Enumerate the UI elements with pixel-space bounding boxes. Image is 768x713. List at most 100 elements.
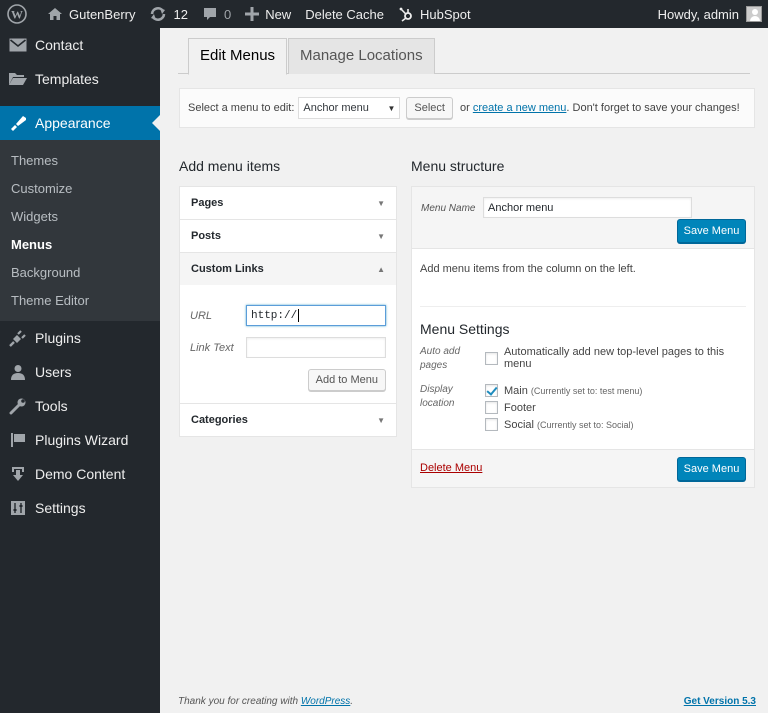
submenu-item-themes[interactable]: Themes	[0, 146, 160, 174]
custom-links-panel: URL http:// Link Text Add to Menu	[180, 285, 396, 403]
sidebar-item-settings[interactable]: Settings	[0, 491, 160, 525]
delete-cache-button[interactable]: Delete Cache	[298, 0, 391, 28]
sidebar-item-templates[interactable]: Templates	[0, 62, 160, 96]
home-icon	[47, 6, 63, 22]
sidebar-item-label: Demo Content	[35, 466, 126, 482]
comments-count: 0	[223, 6, 232, 22]
sidebar-item-users[interactable]: Users	[0, 355, 160, 389]
create-new-menu-link[interactable]: create a new menu	[473, 102, 567, 114]
accordion-section-custom-links: Custom Links ▲ URL http:// Link Text Add…	[180, 253, 396, 404]
location-main[interactable]: Main (Currently set to: test menu)	[485, 384, 642, 397]
chevron-down-icon: ▼	[377, 231, 385, 241]
sliders-icon	[8, 498, 28, 518]
submenu-item-theme-editor[interactable]: Theme Editor	[0, 286, 160, 314]
submenu-item-menus[interactable]: Menus	[0, 230, 160, 258]
location-footer-checkbox[interactable]	[485, 401, 498, 414]
new-content-menu[interactable]: New	[238, 0, 298, 28]
sidebar-item-demo-content[interactable]: Demo Content	[0, 457, 160, 491]
submenu-item-widgets[interactable]: Widgets	[0, 202, 160, 230]
sidebar-item-label: Contact	[35, 37, 84, 53]
tab-edit-menus[interactable]: Edit Menus	[188, 38, 288, 75]
sidebar-item-contact[interactable]: Contact	[0, 28, 160, 62]
appearance-submenu: Themes Customize Widgets Menus Backgroun…	[0, 140, 160, 321]
auto-add-option[interactable]: Automatically add new top-level pages to…	[485, 346, 754, 370]
url-input[interactable]: http://	[246, 305, 386, 326]
save-menu-button-top[interactable]: Save Menu	[677, 219, 746, 243]
accordion-toggle-pages[interactable]: Pages ▼	[180, 187, 396, 219]
sidebar-item-appearance[interactable]: Appearance	[0, 106, 160, 140]
save-menu-button-bottom[interactable]: Save Menu	[677, 457, 746, 481]
refresh-icon	[149, 6, 167, 22]
manage-menus-bar: Select a menu to edit: Anchor menu ▼ Sel…	[179, 88, 755, 128]
sidebar-item-plugins[interactable]: Plugins	[0, 321, 160, 355]
location-label: Main	[504, 384, 528, 397]
menu-name-input[interactable]: Anchor menu	[483, 197, 692, 218]
updates-count: 12	[173, 6, 188, 22]
submenu-item-background[interactable]: Background	[0, 258, 160, 286]
get-version-link[interactable]: Get Version 5.3	[684, 696, 756, 707]
location-label: Footer	[504, 401, 536, 414]
chevron-down-icon: ▼	[377, 415, 385, 425]
add-to-menu-button[interactable]: Add to Menu	[307, 369, 386, 391]
sidebar-item-label: Users	[35, 364, 72, 380]
menu-select-dropdown[interactable]: Anchor menu ▼	[298, 97, 401, 119]
delete-cache-label: Delete Cache	[305, 6, 384, 22]
location-footer[interactable]: Footer	[485, 401, 536, 414]
delete-menu-link[interactable]: Delete Menu	[420, 462, 482, 474]
accordion-toggle-categories[interactable]: Categories ▼	[180, 404, 396, 436]
admin-sidebar: Contact Templates Appearance Themes Cust…	[0, 28, 160, 713]
menu-name-label: Menu Name	[421, 203, 476, 214]
location-social[interactable]: Social (Currently set to: Social)	[485, 418, 634, 431]
hubspot-icon	[398, 6, 414, 22]
menu-body: Add menu items from the column on the le…	[412, 249, 754, 449]
select-button[interactable]: Select	[406, 97, 453, 119]
location-social-checkbox[interactable]	[485, 418, 498, 431]
auto-add-label: Auto add pages	[420, 346, 461, 371]
avatar	[746, 6, 762, 22]
menu-header: Menu Name Anchor menu Save Menu	[412, 187, 754, 249]
accordion-toggle-custom-links[interactable]: Custom Links ▲	[180, 253, 396, 285]
site-name-menu[interactable]: GutenBerry	[40, 0, 142, 28]
auto-add-checkbox[interactable]	[485, 351, 498, 365]
select-menu-prompt: Select a menu to edit:	[188, 102, 295, 114]
hubspot-menu[interactable]: HubSpot	[391, 0, 478, 28]
wordpress-link[interactable]: WordPress	[301, 696, 350, 707]
footer-thanks: Thank you for creating with WordPress.	[178, 696, 353, 707]
sidebar-item-label: Plugins	[35, 330, 81, 346]
main-content: Edit Menus Manage Locations Select a men…	[160, 28, 768, 713]
comments-menu[interactable]: 0	[195, 0, 238, 28]
create-menu-text: or create a new menu. Don't forget to sa…	[460, 102, 740, 114]
envelope-icon	[8, 35, 28, 55]
new-label: New	[265, 6, 292, 22]
selected-menu-value: Anchor menu	[303, 102, 369, 114]
menu-structure-column: Menu structure Menu Name Anchor menu Sav…	[411, 158, 755, 488]
wp-logo-menu[interactable]: W	[0, 0, 40, 28]
paintbrush-icon	[8, 113, 28, 133]
admin-footer: Thank you for creating with WordPress. G…	[178, 696, 756, 707]
sidebar-item-tools[interactable]: Tools	[0, 389, 160, 423]
download-icon	[8, 464, 28, 484]
menu-edit-panel: Menu Name Anchor menu Save Menu Add menu…	[411, 186, 755, 488]
text-caret	[298, 309, 300, 322]
folder-icon	[8, 69, 28, 89]
sidebar-item-label: Appearance	[35, 115, 111, 131]
url-value: http://	[251, 309, 298, 322]
divider	[420, 306, 746, 307]
accordion-section-pages: Pages ▼	[180, 187, 396, 220]
save-reminder: . Don't forget to save your changes!	[566, 102, 740, 114]
updates-menu[interactable]: 12	[142, 0, 194, 28]
link-text-input[interactable]	[246, 337, 386, 358]
comment-icon	[202, 6, 218, 22]
accordion-section-posts: Posts ▼	[180, 220, 396, 253]
accordion-toggle-posts[interactable]: Posts ▼	[180, 220, 396, 252]
sidebar-item-plugins-wizard[interactable]: Plugins Wizard	[0, 423, 160, 457]
location-main-checkbox[interactable]	[485, 384, 498, 397]
url-row: URL http://	[190, 305, 386, 326]
submenu-item-customize[interactable]: Customize	[0, 174, 160, 202]
tab-manage-locations[interactable]: Manage Locations	[288, 38, 435, 74]
dropdown-arrow-icon: ▼	[387, 103, 396, 113]
flag-icon	[8, 430, 28, 450]
link-text-label: Link Text	[190, 341, 234, 354]
my-account-menu[interactable]: Howdy, admin	[658, 6, 768, 22]
location-note: (Currently set to: test menu)	[530, 385, 643, 396]
